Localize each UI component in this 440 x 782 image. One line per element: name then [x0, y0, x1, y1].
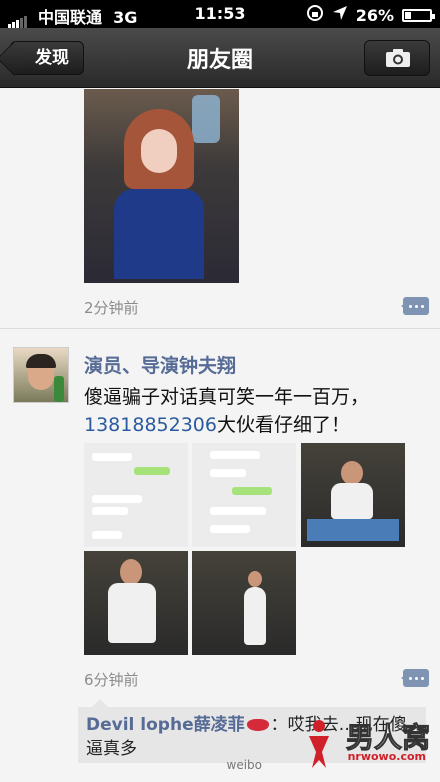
camera-button[interactable]: [364, 40, 430, 76]
lips-emoji-icon: [246, 719, 269, 731]
comment-icon[interactable]: [401, 297, 429, 315]
nav-bar: 发现 朋友圈: [0, 28, 440, 88]
location-icon: [332, 5, 348, 25]
post-time: 2分钟前: [84, 299, 139, 317]
post-photo[interactable]: [84, 89, 239, 283]
post-image[interactable]: [192, 443, 296, 547]
post-author[interactable]: 演员、导演钟夫翔: [84, 351, 236, 378]
moments-feed[interactable]: 2分钟前 演员、导演钟夫翔 傻逼骗子对话真可笑一年一百万， 1381885230…: [0, 89, 440, 782]
watermark-url: nrwowo.com: [347, 750, 426, 763]
watermark-emblem-icon: [309, 720, 329, 768]
comment-icon[interactable]: [401, 669, 429, 687]
post-image[interactable]: [301, 443, 405, 547]
post-image[interactable]: [192, 551, 296, 655]
post-divider: [0, 328, 440, 329]
avatar[interactable]: [13, 347, 69, 403]
post-text: 傻逼骗子对话真可笑一年一百万， 13818852306大伙看仔细了！: [84, 383, 424, 439]
status-bar: 中国联通 3G 11:53 26%: [0, 0, 440, 28]
post-text-line2: 大伙看仔细了！: [216, 414, 350, 436]
battery-icon: [402, 8, 435, 22]
commenter-name[interactable]: Devil lophe薛凌菲: [86, 715, 245, 735]
post-text-line1: 傻逼骗子对话真可笑一年一百万，: [84, 386, 370, 408]
watermark-weibo: weibo: [226, 758, 263, 772]
phone-link[interactable]: 13818852306: [84, 414, 217, 436]
post-time: 6分钟前: [84, 671, 139, 689]
post-image[interactable]: [84, 551, 188, 655]
battery-percent: 26%: [355, 5, 394, 25]
post-image[interactable]: [84, 443, 188, 547]
camera-icon: [386, 49, 410, 67]
orientation-lock-icon: [306, 4, 324, 26]
watermark: 男人窝 nrwowo.com: [296, 716, 436, 774]
